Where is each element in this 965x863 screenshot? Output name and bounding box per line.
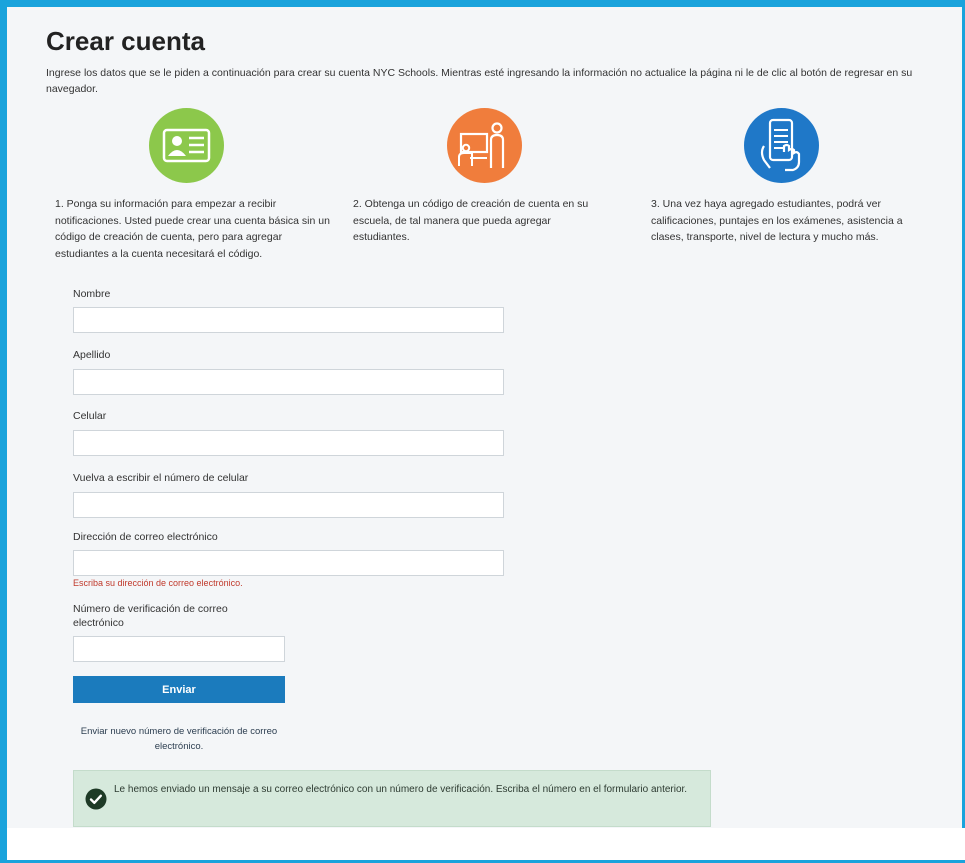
mobile-confirm-input[interactable]	[73, 492, 504, 518]
submit-button[interactable]: Enviar	[73, 676, 285, 703]
mobile-confirm-label: Vuelva a escribir el número de celular	[73, 472, 249, 484]
phone-tap-icon	[744, 108, 819, 183]
resend-verification-link[interactable]: Enviar nuevo número de verificación de c…	[73, 724, 285, 754]
mobile-input[interactable]	[73, 430, 504, 456]
email-input[interactable]	[73, 550, 504, 576]
step-3-text: 3. Una vez haya agregado estudiantes, po…	[651, 198, 903, 243]
id-card-icon	[149, 108, 224, 183]
classroom-icon	[447, 108, 522, 183]
check-circle-icon	[85, 788, 107, 810]
email-error-message: Escriba su dirección de correo electróni…	[73, 578, 243, 588]
page-footer-area	[7, 828, 965, 860]
last-name-input[interactable]	[73, 369, 504, 395]
step-1-text: 1. Ponga su información para empezar a r…	[55, 198, 330, 260]
mobile-label: Celular	[73, 410, 107, 422]
first-name-input[interactable]	[73, 307, 504, 333]
step-2-text: 2. Obtenga un código de creación de cuen…	[353, 198, 589, 243]
last-name-label: Apellido	[73, 349, 111, 361]
email-label: Dirección de correo electrónico	[73, 531, 218, 543]
verification-code-input[interactable]	[73, 636, 285, 662]
verification-label: Número de verificación de correo electró…	[73, 603, 228, 629]
alert-message: Le hemos enviado un mensaje a su correo …	[114, 784, 688, 795]
success-alert: Le hemos enviado un mensaje a su correo …	[73, 770, 711, 827]
first-name-label: Nombre	[73, 288, 111, 300]
page-title: Crear cuenta	[46, 26, 205, 56]
intro-text: Ingrese los datos que se le piden a cont…	[46, 67, 913, 95]
